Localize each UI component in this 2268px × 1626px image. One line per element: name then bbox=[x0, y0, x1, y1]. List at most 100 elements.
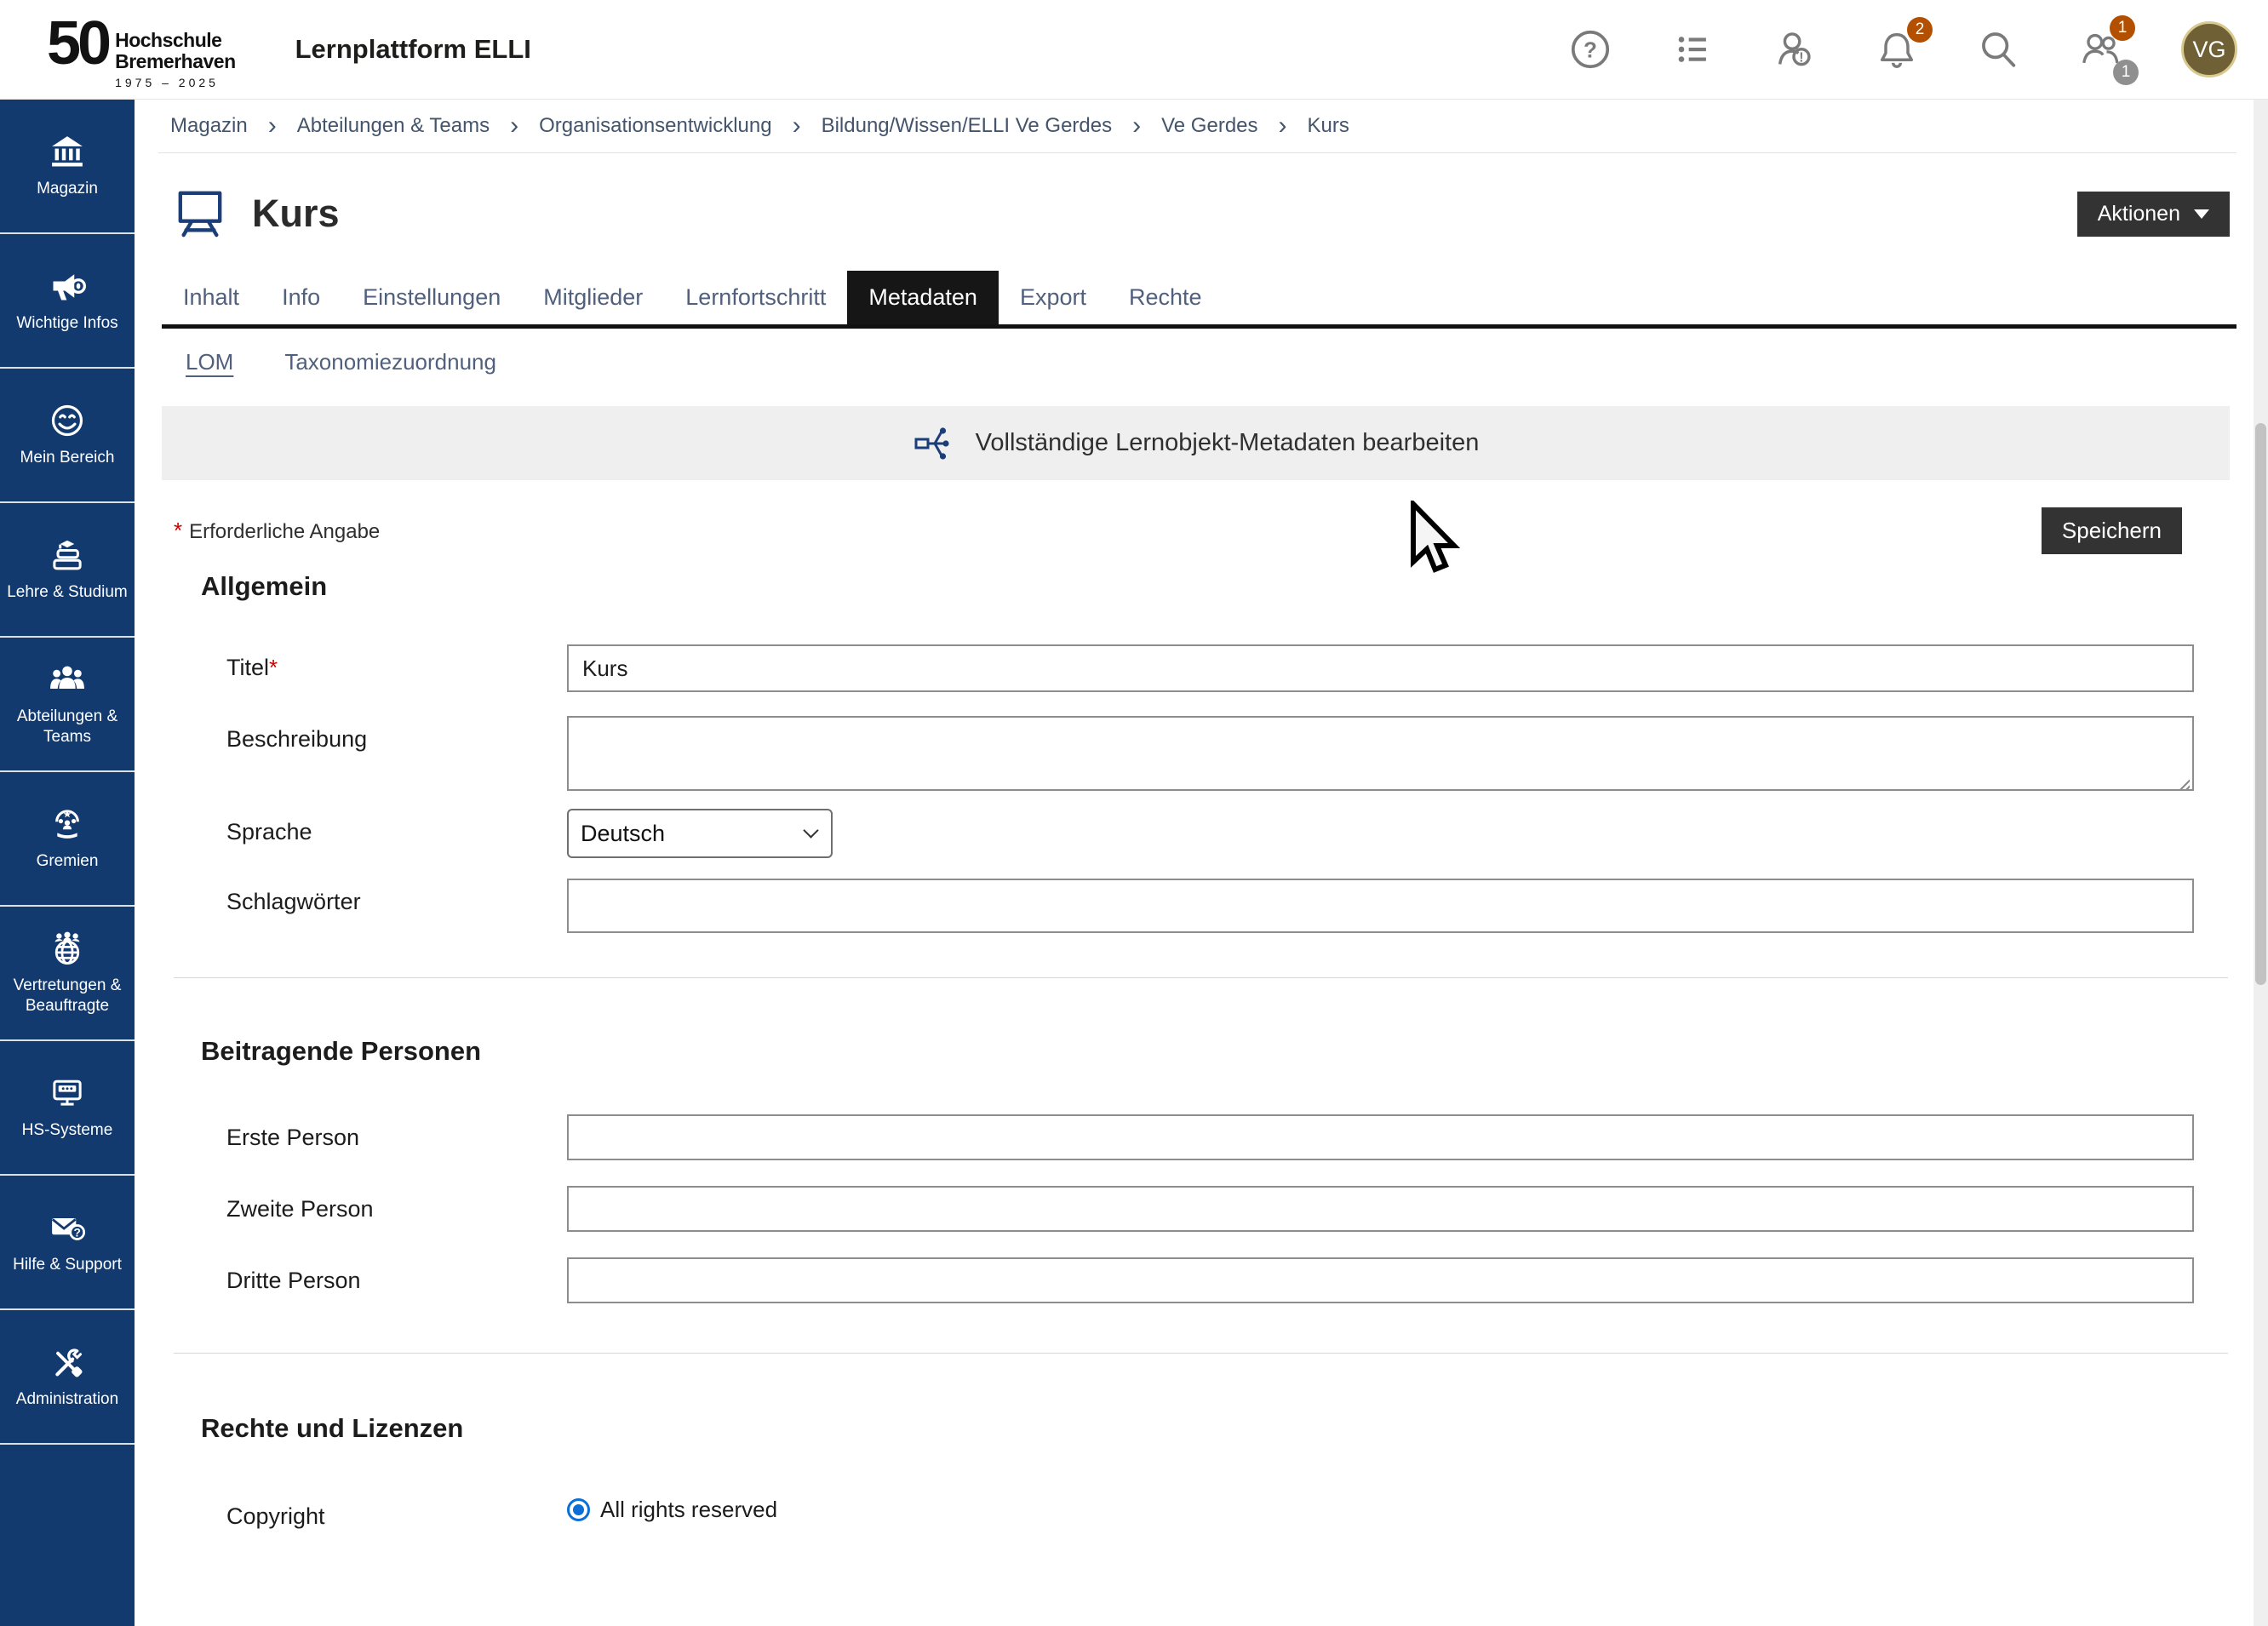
breadcrumb-separator: › bbox=[793, 113, 801, 139]
form-row-erste-person: Erste Person bbox=[226, 1114, 2194, 1160]
help-icon[interactable]: ? bbox=[1568, 27, 1612, 72]
svg-text:?: ? bbox=[73, 1227, 80, 1240]
section-title-beitragende: Beitragende Personen bbox=[201, 1036, 2236, 1067]
tab-metadaten[interactable]: Metadaten bbox=[847, 271, 999, 324]
erste-person-label: Erste Person bbox=[226, 1114, 567, 1151]
logo-line1: Hochschule bbox=[115, 30, 236, 51]
logo-anniversary-number: 50 bbox=[47, 16, 108, 72]
breadcrumb-item[interactable]: Ve Gerdes bbox=[1161, 114, 1257, 138]
sidebar-item-mein-bereich[interactable]: Mein Bereich bbox=[0, 369, 135, 503]
scrollbar-track[interactable] bbox=[2254, 100, 2268, 1626]
metadata-form: Titel* Beschreibung Sprache Deutsch bbox=[158, 644, 2236, 933]
breadcrumb-separator: › bbox=[1132, 113, 1141, 139]
smiley-icon bbox=[49, 402, 86, 439]
sidebar-item-label: Lehre & Studium bbox=[7, 582, 128, 603]
scrollbar-thumb[interactable] bbox=[2255, 423, 2266, 985]
breadcrumb-item[interactable]: Abteilungen & Teams bbox=[297, 114, 490, 138]
sidebar-item-label: Hilfe & Support bbox=[13, 1255, 122, 1275]
mail-question-icon: ? bbox=[49, 1209, 86, 1246]
beschreibung-textarea[interactable] bbox=[567, 716, 2194, 791]
breadcrumb-item[interactable]: Organisationsentwicklung bbox=[539, 114, 771, 138]
sidebar-item-abteilungen-teams[interactable]: Abteilungen & Teams bbox=[0, 638, 135, 772]
monitor-password-icon bbox=[49, 1074, 86, 1112]
tab-info[interactable]: Info bbox=[261, 271, 341, 324]
subtab-taxonomiezuordnung[interactable]: Taxonomiezuordnung bbox=[284, 349, 496, 375]
tab-rechte[interactable]: Rechte bbox=[1108, 271, 1223, 324]
sidebar-item-gremien[interactable]: Gremien bbox=[0, 772, 135, 907]
form-row-beschreibung: Beschreibung bbox=[226, 716, 2194, 795]
breadcrumb-separator: › bbox=[268, 113, 277, 139]
subtab-bar: LOM Taxonomiezuordnung bbox=[158, 349, 2236, 375]
breadcrumb-item[interactable]: Magazin bbox=[170, 114, 248, 138]
main-sidebar: Magazin Wichtige Infos Mein Bereich bbox=[0, 100, 135, 1626]
sidebar-item-magazin[interactable]: Magazin bbox=[0, 100, 135, 234]
metadata-node-icon bbox=[913, 423, 954, 464]
tab-inhalt[interactable]: Inhalt bbox=[162, 271, 261, 324]
form-row-sprache: Sprache Deutsch bbox=[226, 809, 2194, 858]
zweite-person-label: Zweite Person bbox=[226, 1186, 567, 1222]
avatar[interactable]: VG bbox=[2181, 21, 2237, 77]
dritte-person-input[interactable] bbox=[567, 1257, 2194, 1303]
zweite-person-input[interactable] bbox=[567, 1186, 2194, 1232]
edit-full-metadata-banner[interactable]: Vollständige Lernobjekt-Metadaten bearbe… bbox=[162, 406, 2230, 480]
logo-years: 1975 – 2025 bbox=[115, 76, 236, 89]
subtab-lom[interactable]: LOM bbox=[186, 349, 233, 375]
copyright-label: Copyright bbox=[226, 1493, 567, 1530]
top-bar: 50 Hochschule Bremerhaven 1975 – 2025 Le… bbox=[0, 0, 2268, 100]
actions-button[interactable]: Aktionen bbox=[2077, 192, 2230, 237]
form-row-dritte-person: Dritte Person bbox=[226, 1257, 2194, 1303]
tab-einstellungen[interactable]: Einstellungen bbox=[341, 271, 522, 324]
sidebar-item-label: Vertretungen & Beauftragte bbox=[4, 976, 130, 1016]
svg-text:!: ! bbox=[1799, 51, 1803, 66]
sidebar-item-hilfe-support[interactable]: ? Hilfe & Support bbox=[0, 1176, 135, 1310]
schlagwoerter-input[interactable] bbox=[567, 879, 2194, 933]
sprache-label: Sprache bbox=[226, 809, 567, 845]
sidebar-item-label: Mein Bereich bbox=[20, 448, 115, 468]
breadcrumb-separator: › bbox=[1279, 113, 1287, 139]
search-icon[interactable] bbox=[1977, 27, 2021, 72]
books-graduation-icon bbox=[49, 536, 86, 574]
app-window: 50 Hochschule Bremerhaven 1975 – 2025 Le… bbox=[0, 0, 2268, 1626]
titel-label: Titel* bbox=[226, 644, 567, 681]
chevron-down-icon bbox=[2194, 209, 2209, 219]
tab-export[interactable]: Export bbox=[999, 271, 1108, 324]
section-title-allgemein: Allgemein bbox=[201, 571, 2236, 602]
main-content: Magazin › Abteilungen & Teams › Organisa… bbox=[135, 100, 2254, 1626]
banner-label: Vollständige Lernobjekt-Metadaten bearbe… bbox=[976, 429, 1480, 457]
required-note: *Erforderliche Angabe bbox=[174, 518, 380, 544]
breadcrumb: Magazin › Abteilungen & Teams › Organisa… bbox=[158, 100, 2236, 153]
section-divider bbox=[174, 977, 2228, 978]
course-icon bbox=[174, 189, 226, 238]
sidebar-item-label: Wichtige Infos bbox=[16, 313, 117, 334]
breadcrumb-item[interactable]: Kurs bbox=[1308, 114, 1349, 138]
list-icon[interactable] bbox=[1670, 27, 1715, 72]
copyright-radio[interactable] bbox=[567, 1498, 590, 1521]
contacts-icon[interactable]: 1 1 bbox=[2079, 27, 2123, 72]
actions-button-label: Aktionen bbox=[2098, 202, 2180, 226]
page-title: Kurs bbox=[252, 192, 340, 236]
required-asterisk: * bbox=[174, 518, 182, 543]
form-row-schlagwoerter: Schlagwörter bbox=[226, 879, 2194, 933]
form-row-zweite-person: Zweite Person bbox=[226, 1186, 2194, 1232]
sidebar-item-wichtige-infos[interactable]: Wichtige Infos bbox=[0, 234, 135, 369]
sprache-select[interactable]: Deutsch bbox=[567, 809, 833, 858]
university-logo[interactable]: 50 Hochschule Bremerhaven 1975 – 2025 bbox=[47, 9, 236, 89]
notifications-bell-icon[interactable]: 2 bbox=[1875, 27, 1919, 72]
svg-text:?: ? bbox=[1584, 37, 1597, 62]
sidebar-item-hs-systeme[interactable]: HS-Systeme bbox=[0, 1041, 135, 1176]
sidebar-item-vertretungen[interactable]: Vertretungen & Beauftragte bbox=[0, 907, 135, 1041]
erste-person-input[interactable] bbox=[567, 1114, 2194, 1160]
sidebar-item-label: Gremien bbox=[37, 851, 99, 872]
bank-icon bbox=[49, 133, 86, 170]
megaphone-icon bbox=[49, 267, 86, 305]
sidebar-item-lehre-studium[interactable]: Lehre & Studium bbox=[0, 503, 135, 638]
globe-people-icon bbox=[49, 930, 86, 967]
breadcrumb-item[interactable]: Bildung/Wissen/ELLI Ve Gerdes bbox=[822, 114, 1113, 138]
tab-lernfortschritt[interactable]: Lernfortschritt bbox=[664, 271, 847, 324]
user-status-icon[interactable]: ! bbox=[1773, 27, 1817, 72]
contributors-form: Erste Person Zweite Person Dritte Person bbox=[158, 1114, 2236, 1303]
sidebar-item-administration[interactable]: Administration bbox=[0, 1310, 135, 1445]
titel-input[interactable] bbox=[567, 644, 2194, 692]
tab-mitglieder[interactable]: Mitglieder bbox=[522, 271, 664, 324]
save-button[interactable]: Speichern bbox=[2042, 507, 2182, 554]
